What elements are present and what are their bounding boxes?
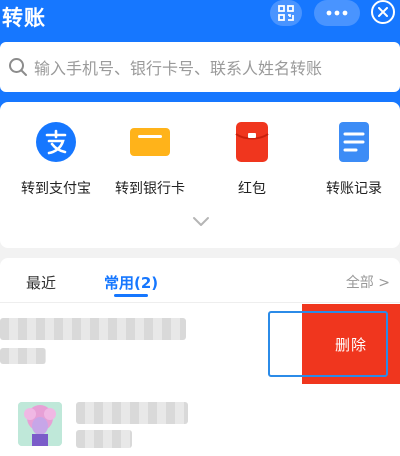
search-icon — [9, 58, 27, 76]
quick-action-label: 转到支付宝 — [21, 181, 91, 197]
divider — [0, 302, 400, 303]
tab-frequent[interactable]: 常用(2) — [104, 272, 158, 293]
close-button[interactable] — [371, 0, 395, 24]
scan-button[interactable] — [270, 0, 302, 26]
tab-recent[interactable]: 最近 — [26, 272, 56, 293]
quick-action-red-packet[interactable]: 红包 — [202, 120, 302, 198]
contact-detail-blurred — [76, 430, 132, 448]
avatar-image — [18, 402, 62, 446]
more-icon — [326, 10, 348, 16]
close-icon — [378, 7, 388, 17]
quick-action-label: 红包 — [238, 181, 266, 197]
scan-icon — [278, 5, 294, 21]
search-input[interactable]: 输入手机号、银行卡号、联系人姓名转账 — [34, 55, 322, 79]
transfer-record-icon — [332, 120, 376, 164]
bank-card-icon — [128, 120, 172, 164]
quick-action-transfer-record[interactable]: 转账记录 — [304, 120, 400, 198]
alipay-icon — [34, 120, 78, 164]
chevron-down-icon[interactable] — [192, 216, 210, 228]
page-title: 转账 — [2, 6, 46, 30]
more-button[interactable] — [314, 0, 360, 26]
avatar[interactable] — [18, 402, 62, 446]
contact-name-blurred — [0, 318, 186, 340]
contact-name-blurred — [76, 402, 188, 424]
view-all-link[interactable]: 全部 > — [346, 272, 390, 292]
quick-action-bank-card[interactable]: 转到银行卡 — [100, 120, 200, 198]
red-packet-icon — [230, 120, 274, 164]
quick-action-label: 转账记录 — [326, 181, 382, 197]
quick-action-label: 转到银行卡 — [115, 181, 185, 197]
highlight-box — [268, 311, 388, 377]
quick-action-alipay[interactable]: 转到支付宝 — [6, 120, 106, 198]
contact-detail-blurred — [0, 348, 46, 364]
search-bar[interactable]: 输入手机号、银行卡号、联系人姓名转账 — [0, 42, 400, 92]
tab-active-indicator — [114, 294, 148, 297]
